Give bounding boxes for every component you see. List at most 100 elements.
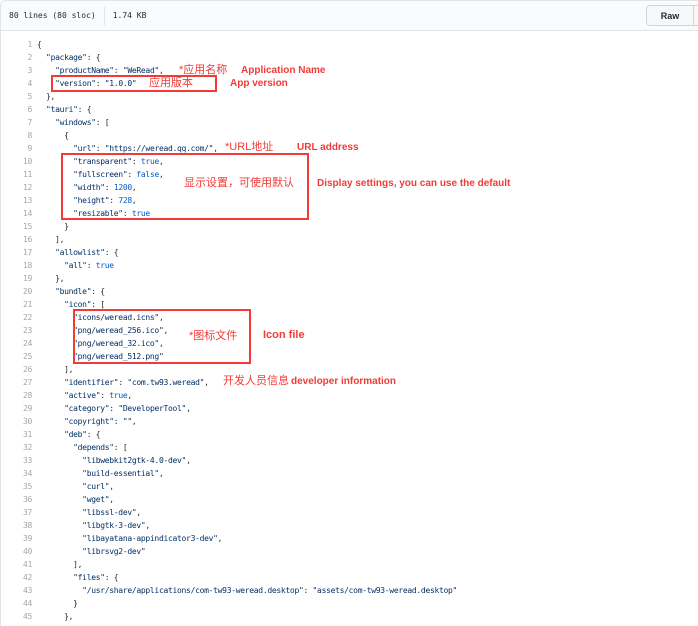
line-number[interactable]: 14 [1,207,32,220]
file-blob-container: 80 lines (80 sloc) 1.74 KB Raw 1{2 "pack… [0,0,698,626]
line-number[interactable]: 18 [1,259,32,272]
code-line: 18 "all": true [1,259,698,272]
code-text: }, [32,272,64,285]
code-text: "identifier": "com.tw93.weread", [32,376,209,389]
line-number[interactable]: 32 [1,441,32,454]
line-number[interactable]: 7 [1,116,32,129]
code-line: 15 } [1,220,698,233]
line-number[interactable]: 41 [1,558,32,571]
code-line: 42 "files": { [1,571,698,584]
file-info-divider [104,7,105,25]
code-line: 31 "deb": { [1,428,698,441]
line-number[interactable]: 25 [1,350,32,363]
line-number[interactable]: 39 [1,532,32,545]
line-number[interactable]: 8 [1,129,32,142]
code-text: ], [32,558,82,571]
line-number[interactable]: 20 [1,285,32,298]
code-line: 34 "build-essential", [1,467,698,480]
line-number[interactable]: 37 [1,506,32,519]
line-number[interactable]: 6 [1,103,32,116]
code-text: "depends": [ [32,441,127,454]
code-text: { [32,38,42,51]
line-number[interactable]: 36 [1,493,32,506]
code-text: "copyright": "", [32,415,136,428]
line-number[interactable]: 29 [1,402,32,415]
line-number[interactable]: 5 [1,90,32,103]
annotation-url-en: URL address [297,142,359,154]
line-number[interactable]: 11 [1,168,32,181]
code-line: 33 "libwebkit2gtk-4.0-dev", [1,454,698,467]
line-number[interactable]: 22 [1,311,32,324]
line-number[interactable]: 9 [1,142,32,155]
code-line: 30 "copyright": "", [1,415,698,428]
code-line: 39 "libayatana-appindicator3-dev", [1,532,698,545]
line-number[interactable]: 21 [1,298,32,311]
code-line: 19 }, [1,272,698,285]
line-number[interactable]: 19 [1,272,32,285]
code-line: 43 "/usr/share/applications/com-tw93-wer… [1,584,698,597]
line-number[interactable]: 40 [1,545,32,558]
code-text: "libssl-dev", [32,506,141,519]
code-line: 41 ], [1,558,698,571]
line-number[interactable]: 28 [1,389,32,402]
line-number[interactable]: 30 [1,415,32,428]
code-text: "build-essential", [32,467,163,480]
line-number[interactable]: 43 [1,584,32,597]
file-size: 1.74 KB [113,11,147,20]
code-line: 6 "tauri": { [1,103,698,116]
line-number[interactable]: 38 [1,519,32,532]
line-number[interactable]: 31 [1,428,32,441]
annotation-icon-files-cn: *图标文件 [189,330,237,343]
line-number[interactable]: 17 [1,246,32,259]
line-number[interactable]: 23 [1,324,32,337]
lines-count: 80 lines (80 sloc) [9,11,96,20]
code-text: "librsvg2-dev" [32,545,145,558]
line-number[interactable]: 34 [1,467,32,480]
line-number[interactable]: 42 [1,571,32,584]
code-line: 38 "libgtk-3-dev", [1,519,698,532]
code-text: "wget", [32,493,114,506]
code-text: } [32,220,69,233]
raw-blame-button-group: Raw [646,5,698,26]
line-number[interactable]: 44 [1,597,32,610]
line-number[interactable]: 16 [1,233,32,246]
line-number[interactable]: 2 [1,51,32,64]
blame-button-partial[interactable] [694,6,698,25]
line-number[interactable]: 4 [1,77,32,90]
code-text: "libwebkit2gtk-4.0-dev", [32,454,191,467]
annotation-url-cn: *URL地址 [225,141,273,154]
code-line: 45 }, [1,610,698,623]
code-line: 35 "curl", [1,480,698,493]
code-text: "tauri": { [32,103,91,116]
annotation-version-cn: 应用版本 [149,77,193,90]
line-number[interactable]: 26 [1,363,32,376]
code-line: 26 ], [1,363,698,376]
line-number[interactable]: 12 [1,181,32,194]
line-number[interactable]: 10 [1,155,32,168]
code-text: "files": { [32,571,118,584]
code-text: ], [32,233,64,246]
line-number[interactable]: 15 [1,220,32,233]
code-line: 44 } [1,597,698,610]
annotation-product-name-en: Application Name [241,65,325,77]
code-text: "libgtk-3-dev", [32,519,150,532]
code-text: "active": true, [32,389,132,402]
code-text: "/usr/share/applications/com-tw93-weread… [32,584,457,597]
raw-button[interactable]: Raw [647,6,694,25]
code-text: "libayatana-appindicator3-dev", [32,532,222,545]
file-info: 80 lines (80 sloc) 1.74 KB [9,7,146,25]
line-number[interactable]: 24 [1,337,32,350]
code-text: "category": "DeveloperTool", [32,402,191,415]
line-number[interactable]: 33 [1,454,32,467]
line-number[interactable]: 27 [1,376,32,389]
line-number[interactable]: 1 [1,38,32,51]
code-line: 37 "libssl-dev", [1,506,698,519]
annotation-developer-en: developer information [291,376,396,388]
code-text: "deb": { [32,428,100,441]
line-number[interactable]: 35 [1,480,32,493]
line-number[interactable]: 45 [1,610,32,623]
code-line: 8 { [1,129,698,142]
line-number[interactable]: 13 [1,194,32,207]
annotation-developer-cn: 开发人员信息 [223,375,289,388]
line-number[interactable]: 3 [1,64,32,77]
